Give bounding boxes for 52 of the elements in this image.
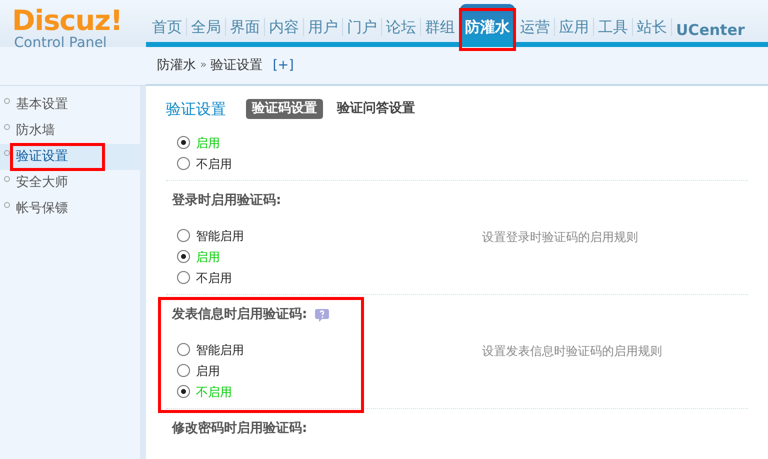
breadcrumb-separator: »: [200, 57, 207, 74]
bullet-icon: [4, 124, 10, 130]
nav-tab[interactable]: 群组: [421, 12, 459, 44]
bullet-icon: [4, 202, 10, 208]
nav-tab[interactable]: UCenter: [672, 12, 749, 44]
nav-tab[interactable]: 用户: [304, 12, 342, 44]
radio-label: 不启用: [196, 384, 232, 400]
radio-button[interactable]: [177, 157, 190, 170]
sidebar-item[interactable]: 防水墙: [16, 121, 55, 141]
nav-tab[interactable]: 界面: [226, 12, 264, 44]
radio-button[interactable]: [177, 250, 190, 263]
breadcrumb-link[interactable]: 防灌水: [157, 56, 196, 76]
radio-button[interactable]: [177, 229, 190, 242]
hint-text: 设置登录时验证码的启用规则: [482, 229, 638, 246]
nav-tab[interactable]: 运营: [516, 12, 554, 44]
radio-button[interactable]: [177, 271, 190, 284]
bullet-icon: [4, 150, 10, 156]
nav-tab[interactable]: 全局: [187, 12, 225, 44]
radio-label: 启用: [196, 248, 220, 266]
nav-tab[interactable]: 内容: [265, 12, 303, 44]
logo-subtitle: Control Panel: [14, 36, 108, 50]
tab[interactable]: 验证码设置: [246, 99, 323, 119]
nav-tab[interactable]: 论坛: [382, 12, 420, 44]
radio-button[interactable]: [177, 343, 190, 356]
nav-tab[interactable]: 工具: [594, 12, 632, 44]
radio-label: 不启用: [196, 156, 232, 172]
radio-button[interactable]: [177, 364, 190, 377]
sidebar-item[interactable]: 帐号保镖: [16, 199, 68, 219]
hint-text: 设置发表信息时验证码的启用规则: [482, 343, 662, 360]
radio-label: 不启用: [196, 270, 232, 286]
radio-label: 启用: [196, 134, 220, 152]
radio-button[interactable]: [177, 385, 190, 398]
tab[interactable]: 验证问答设置: [331, 99, 421, 119]
section-title: 修改密码时启用验证码:: [172, 420, 308, 438]
radio-button[interactable]: [177, 136, 190, 149]
section-title: 登录时启用验证码:: [172, 192, 282, 210]
sidebar-item[interactable]: 安全大师: [16, 173, 68, 193]
nav-tab[interactable]: 门户: [343, 12, 381, 44]
bullet-icon: [4, 176, 10, 182]
logo-title: Discuz!: [12, 6, 124, 36]
nav-tab[interactable]: 站长: [633, 12, 671, 44]
page-title: 验证设置: [166, 98, 226, 120]
bullet-icon: [4, 98, 10, 104]
radio-label: 智能启用: [196, 342, 244, 358]
section-title: 发表信息时启用验证码:: [172, 306, 308, 324]
breadcrumb-current: 验证设置: [210, 56, 263, 75]
radio-label: 启用: [196, 362, 220, 380]
expand-toggle[interactable]: [+]: [272, 56, 294, 76]
sidebar-item[interactable]: 基本设置: [16, 95, 68, 115]
nav-tab[interactable]: 首页: [148, 12, 186, 44]
radio-label: 智能启用: [196, 228, 244, 244]
nav-tab[interactable]: 应用: [555, 12, 593, 44]
